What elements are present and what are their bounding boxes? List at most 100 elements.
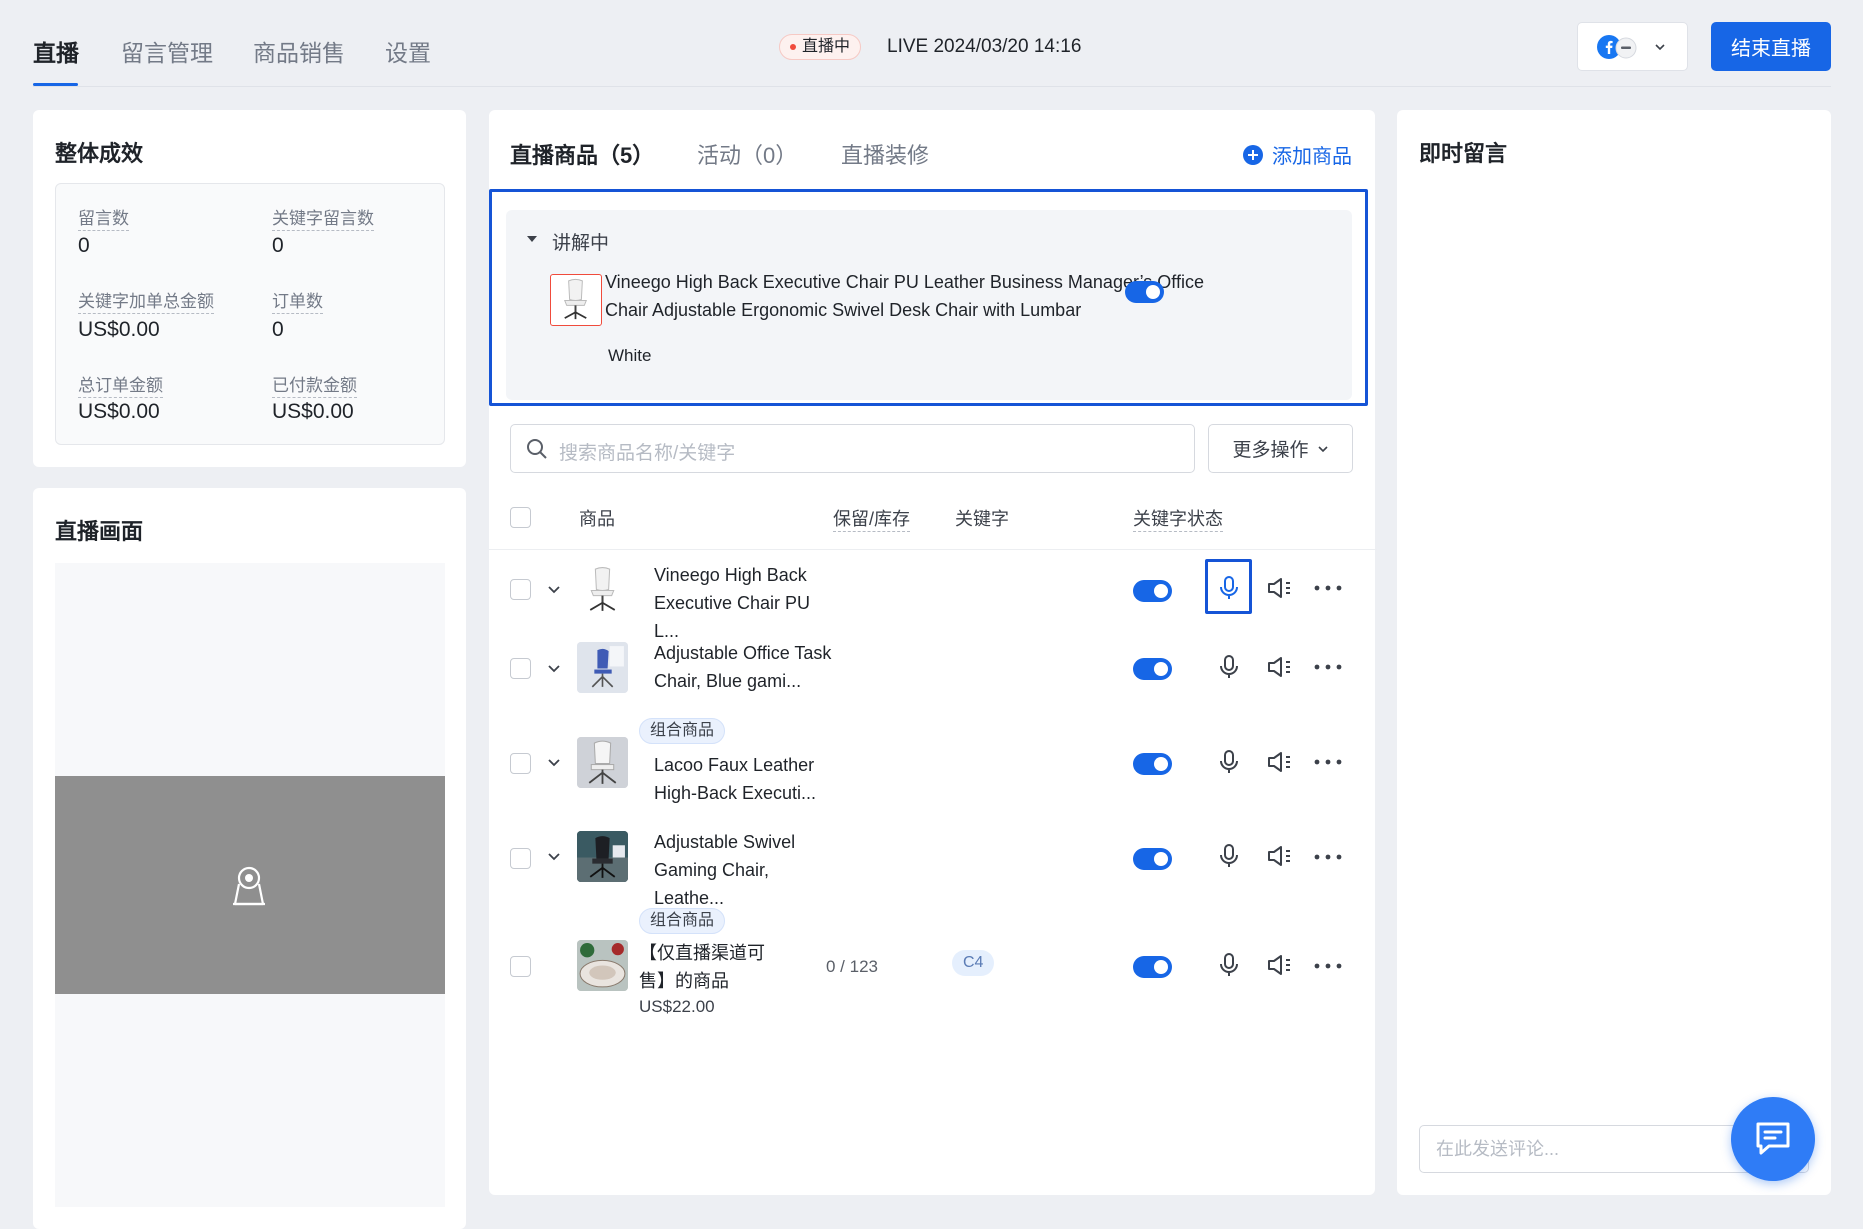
more-options-icon[interactable]: [1313, 662, 1343, 672]
explaining-variant: White: [608, 346, 652, 365]
office-chair-image: [563, 278, 588, 320]
avatar: [1615, 37, 1637, 59]
product-name: Adjustable Swivel Gaming Chair, Leathe..…: [654, 832, 796, 908]
more-options-icon[interactable]: [1313, 757, 1343, 767]
row-checkbox[interactable]: [510, 658, 531, 679]
product-stock: 0 / 123: [826, 957, 878, 976]
expand-chevron-icon[interactable]: [547, 584, 561, 596]
expand-chevron-icon[interactable]: [547, 757, 561, 769]
tab-live-products[interactable]: 直播商品（5）: [510, 138, 654, 170]
header-divider: [33, 86, 1831, 87]
add-product-button[interactable]: 添加商品: [1242, 140, 1352, 169]
keyword-status-toggle[interactable]: [1133, 848, 1172, 870]
nav-tab-live[interactable]: 直播: [33, 34, 79, 68]
more-options-icon[interactable]: [1313, 961, 1343, 971]
product-thumbnail: [577, 564, 628, 615]
product-thumbnail: [577, 831, 628, 882]
tab-live-decoration[interactable]: 直播装修: [841, 138, 929, 170]
live-preview-video: [55, 776, 445, 994]
column-header-keyword-status: 关键字状态: [1133, 505, 1223, 532]
nav-tab-sales[interactable]: 商品销售: [253, 34, 345, 68]
stat-label-comments: 留言数: [78, 204, 129, 231]
explaining-label: 讲解中: [552, 233, 610, 254]
nav-tab-comments[interactable]: 留言管理: [121, 34, 213, 68]
office-chair-image: [589, 567, 616, 611]
explaining-card: 讲解中 Vineego High Back Executive Chair PU…: [506, 210, 1352, 400]
stat-label-orders: 订单数: [272, 287, 323, 314]
speaker-icon[interactable]: [1266, 952, 1294, 978]
microphone-icon[interactable]: [1217, 749, 1241, 775]
product-name: 【仅直播渠道可售】的商品: [639, 943, 765, 991]
add-circle-icon: [1243, 144, 1263, 165]
more-options-icon[interactable]: [1313, 852, 1343, 862]
speaker-icon[interactable]: [1266, 843, 1294, 869]
keyword-status-toggle[interactable]: [1133, 580, 1172, 602]
microphone-icon[interactable]: [1217, 952, 1241, 978]
stat-value-comments: 0: [78, 234, 90, 257]
product-thumbnail: [577, 642, 628, 693]
keyword-status-toggle[interactable]: [1133, 658, 1172, 680]
account-selector[interactable]: [1577, 22, 1688, 71]
live-preview-area: [55, 563, 445, 776]
tab-activities[interactable]: 活动（0）: [697, 138, 797, 170]
product-thumbnail: [577, 940, 628, 991]
chat-icon: [1756, 1122, 1790, 1155]
stat-value-keyword-comments: 0: [272, 234, 284, 257]
microphone-icon[interactable]: [1217, 654, 1241, 680]
stat-label-paid: 已付款金额: [272, 371, 357, 398]
microphone-icon[interactable]: [1217, 843, 1241, 869]
row-checkbox[interactable]: [510, 848, 531, 869]
speaker-icon[interactable]: [1266, 575, 1294, 601]
end-live-button[interactable]: 结束直播: [1711, 22, 1831, 71]
comments-card: [1397, 110, 1831, 1195]
task-chair-image: [577, 642, 628, 693]
nav-tab-settings[interactable]: 设置: [385, 34, 431, 68]
more-options-icon[interactable]: [1313, 583, 1343, 593]
keyword-status-toggle[interactable]: [1133, 956, 1172, 978]
header-row-divider: [489, 549, 1377, 550]
product-name: Vineego High Back Executive Chair PU L..…: [654, 565, 811, 641]
expand-chevron-icon[interactable]: [547, 851, 561, 863]
live-view-title: 直播画面: [55, 519, 144, 544]
performance-title: 整体成效: [55, 141, 144, 166]
comments-title: 即时留言: [1419, 141, 1508, 166]
expand-chevron-icon[interactable]: [547, 663, 561, 675]
column-header-keyword: 关键字: [955, 509, 1009, 529]
speaker-icon[interactable]: [1266, 749, 1294, 775]
keyword-tag: C4: [952, 950, 995, 976]
caret-down-icon[interactable]: [526, 234, 538, 244]
combo-product-tag: 组合商品: [639, 718, 726, 744]
product-thumbnail: [577, 737, 628, 788]
explaining-product-name: Vineego High Back Executive Chair PU Lea…: [605, 272, 1204, 320]
gaming-chair-image: [577, 831, 628, 882]
live-preview-area-bottom: [55, 994, 445, 1207]
product-price: US$22.00: [639, 997, 715, 1016]
chat-fab-button[interactable]: [1731, 1097, 1815, 1181]
speaker-icon[interactable]: [1266, 654, 1294, 680]
webcam-icon: [233, 866, 265, 906]
explaining-toggle[interactable]: [1125, 281, 1164, 303]
search-input[interactable]: 搜索商品名称/关键字: [559, 438, 735, 465]
combo-product-tag: 组合商品: [639, 908, 726, 934]
chevron-down-icon: [1317, 445, 1328, 452]
pet-bed-image: [577, 940, 628, 991]
row-checkbox[interactable]: [510, 753, 531, 774]
microphone-icon[interactable]: [1217, 575, 1241, 601]
row-checkbox[interactable]: [510, 956, 531, 977]
keyword-status-toggle[interactable]: [1133, 753, 1172, 775]
product-search[interactable]: 搜索商品名称/关键字: [510, 424, 1195, 473]
executive-chair-image: [577, 737, 628, 788]
chevron-down-icon: [1655, 44, 1665, 51]
stat-value-paid: US$0.00: [272, 400, 354, 423]
more-actions-button[interactable]: 更多操作: [1208, 424, 1353, 473]
column-header-product: 商品: [579, 509, 615, 529]
stat-label-total-order: 总订单金额: [78, 371, 163, 398]
row-checkbox[interactable]: [510, 579, 531, 600]
explaining-section: 讲解中 Vineego High Back Executive Chair PU…: [489, 189, 1368, 406]
search-icon: [527, 439, 547, 459]
select-all-checkbox[interactable]: [510, 507, 531, 528]
stat-value-total-order: US$0.00: [78, 400, 160, 423]
explaining-product-image: [550, 274, 602, 326]
stat-label-keyword-comments: 关键字留言数: [272, 204, 374, 231]
stat-label-keyword-amount: 关键字加单总金额: [78, 287, 214, 314]
